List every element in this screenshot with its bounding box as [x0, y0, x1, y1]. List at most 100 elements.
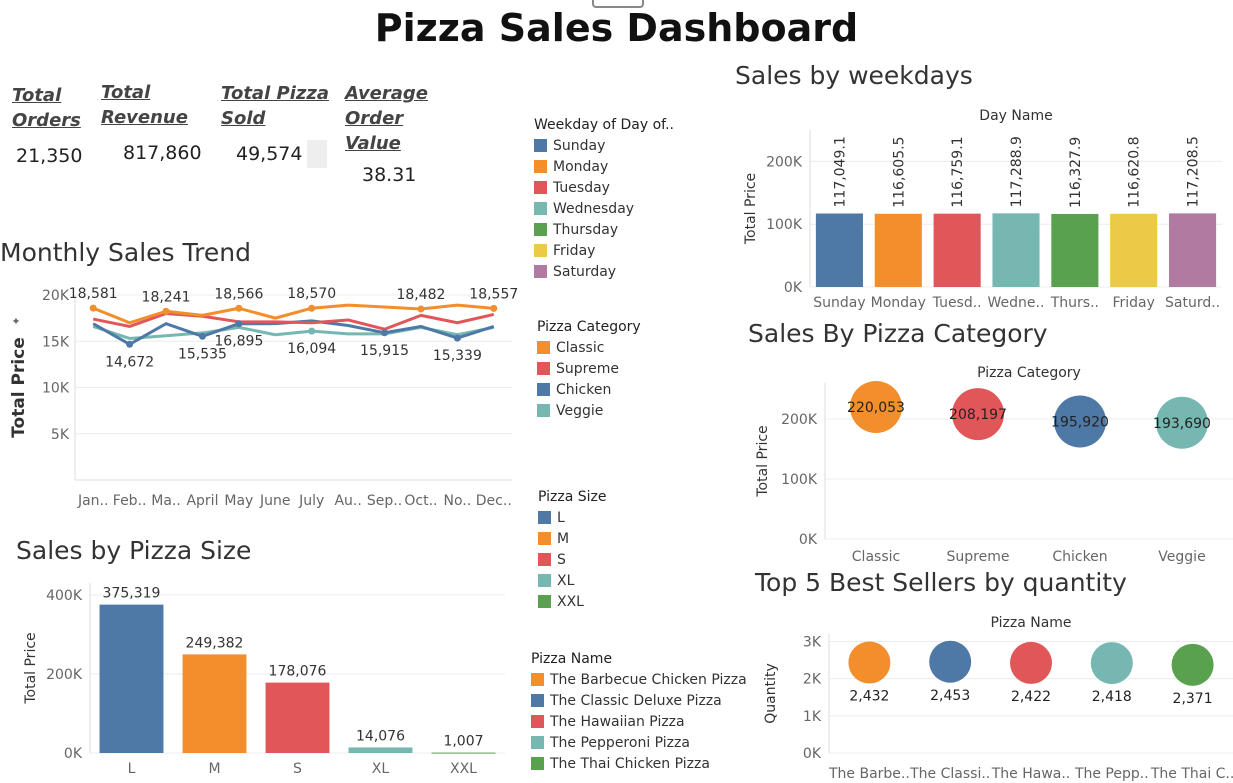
legend-items[interactable]: Sunday Monday Tuesday Wednesday Thursday Frid…	[534, 136, 674, 283]
x-tick-label: The Barbe..	[828, 766, 910, 782]
legend-category[interactable]: Pizza Category Classic Supreme Chicken Vegg…	[537, 319, 641, 422]
series-line-classic	[92, 303, 494, 325]
data-point	[308, 304, 316, 312]
kpi-label: Total Pizza Sold	[221, 83, 329, 129]
bar-6	[1110, 213, 1158, 287]
bar-5	[1051, 213, 1099, 287]
x-tick-label: Au..	[334, 493, 361, 509]
legend-items[interactable]: Classic Supreme Chicken Veggie	[537, 338, 641, 422]
legend-items[interactable]: The Barbecue Chicken Pizza The Classic De…	[531, 670, 747, 775]
data-point	[235, 304, 243, 312]
legend-item[interactable]: Tuesday	[534, 178, 674, 199]
legend-item[interactable]: Friday	[534, 241, 674, 262]
x-tick-label: Thurs..	[1050, 295, 1099, 311]
legend-item[interactable]: Wednesday	[534, 199, 674, 220]
bar-value-label: 1,007	[443, 734, 483, 750]
data-label: 16,094	[287, 341, 336, 357]
x-tick-label: Oct..	[404, 493, 437, 509]
weekday-sales-bar-chart[interactable]: Day Name 0K 100K 200K Total Price 117,049.1 Su…	[735, 100, 1230, 315]
page-title: Pizza Sales Dashboard	[374, 6, 859, 50]
legend-items[interactable]: L M S XL XXL	[538, 508, 607, 613]
kpi-total-revenue: Total Revenue 817,860	[101, 80, 202, 164]
legend-item[interactable]: The Classic Deluxe Pizza	[531, 691, 747, 712]
kpi-value: 38.31	[362, 164, 417, 186]
legend-swatch	[538, 553, 551, 566]
legend-swatch	[534, 139, 547, 152]
x-tick-label: Supreme	[947, 549, 1010, 565]
legend-swatch	[531, 694, 544, 707]
legend-item[interactable]: The Barbecue Chicken Pizza	[531, 670, 747, 691]
top5-sellers-bubble-chart[interactable]: Pizza Name 0K 1K 2K 3K Quantity 2,432 The Barbe…	[755, 608, 1233, 783]
legend-item[interactable]: Supreme	[537, 359, 641, 380]
bubble-value-label: 2,422	[1011, 689, 1051, 705]
category-sales-bubble-chart[interactable]: Pizza Category 0K 100K 200K Total Price 220,0…	[745, 358, 1233, 568]
legend-size[interactable]: Pizza Size L M S XL XXL	[538, 489, 607, 613]
kpi-placeholder-box	[307, 140, 327, 168]
bar-5	[431, 752, 496, 754]
kpi-value: 817,860	[123, 142, 202, 164]
legend-item[interactable]: M	[538, 529, 607, 550]
legend-item[interactable]: The Thai Chicken Pizza	[531, 754, 747, 775]
x-tick-label: May	[224, 493, 253, 509]
legend-item[interactable]: Chicken	[537, 380, 641, 401]
legend-item[interactable]: S	[538, 550, 607, 571]
bubble-3	[1010, 641, 1052, 684]
legend-swatch	[534, 160, 547, 173]
legend-pizza-name[interactable]: Pizza Name The Barbecue Chicken Pizza The…	[531, 651, 747, 775]
y-tick-label: 200K	[46, 667, 83, 683]
legend-swatch	[531, 673, 544, 686]
size-sales-bar-chart[interactable]: 0K 200K 400K Total Price 375,319 L 249,382 M 178…	[10, 578, 510, 783]
data-label: 18,482	[396, 287, 445, 303]
legend-label: Friday	[553, 243, 596, 259]
legend-title: Pizza Category	[537, 319, 641, 335]
legend-item[interactable]: The Pepperoni Pizza	[531, 733, 747, 754]
x-tick-label: Sep..	[367, 493, 402, 509]
legend-swatch	[538, 532, 551, 545]
kpi-label: Total Revenue	[101, 82, 188, 128]
legend-item[interactable]: Thursday	[534, 220, 674, 241]
legend-swatch	[531, 736, 544, 749]
data-label: 15,915	[360, 343, 409, 359]
data-point	[308, 327, 316, 335]
bar-value-label: 249,382	[186, 635, 244, 651]
legend-swatch	[534, 265, 547, 278]
legend-item[interactable]: Monday	[534, 157, 674, 178]
legend-swatch	[537, 383, 550, 396]
monthly-sales-line-chart[interactable]: 5K 10K 15K 20K Jan.. Feb.. Ma.. April May June Jul…	[0, 285, 530, 515]
y-axis-title: Total Price	[755, 425, 771, 497]
x-tick-label: Monday	[871, 295, 926, 311]
legend-item[interactable]: Sunday	[534, 136, 674, 157]
bar-3	[265, 682, 330, 753]
legend-weekday[interactable]: Weekday of Day of.. Sunday Monday Tuesday W…	[534, 117, 674, 283]
bubble-2	[929, 640, 972, 683]
legend-swatch	[537, 404, 550, 417]
legend-item[interactable]: The Hawaiian Pizza	[531, 712, 747, 733]
x-tick-label: Sunday	[813, 295, 865, 311]
legend-swatch	[538, 595, 551, 608]
y-axis-title: Quantity	[763, 663, 779, 724]
legend-title: Pizza Size	[538, 489, 607, 505]
legend-item[interactable]: L	[538, 508, 607, 529]
bubble-value-label: 195,920	[1051, 414, 1109, 430]
kpi-value: 21,350	[16, 145, 83, 167]
legend-item[interactable]: Classic	[537, 338, 641, 359]
legend-item[interactable]: XL	[538, 571, 607, 592]
y-axis-title: Total Price	[23, 632, 39, 704]
legend-item[interactable]: Veggie	[537, 401, 641, 422]
bubble-value-label: 220,053	[847, 400, 905, 416]
bubble-value-label: 2,432	[849, 689, 889, 705]
legend-item[interactable]: Saturday	[534, 262, 674, 283]
y-axis-title: Total Price	[743, 173, 759, 245]
chart-header: Pizza Name	[990, 615, 1071, 631]
x-tick-label: The Classi..	[909, 766, 990, 782]
legend-item[interactable]: XXL	[538, 592, 607, 613]
x-tick-label: Saturd..	[1165, 295, 1220, 311]
legend-label: Wednesday	[553, 201, 635, 217]
bar-value-label: 116,327.9	[1068, 137, 1084, 208]
bar-value-label: 117,208.5	[1186, 136, 1202, 207]
legend-swatch	[531, 715, 544, 728]
pin-icon: ✦	[11, 315, 20, 328]
legend-label: Thursday	[553, 222, 619, 238]
data-point	[490, 304, 498, 312]
legend-label: The Classic Deluxe Pizza	[550, 693, 722, 709]
